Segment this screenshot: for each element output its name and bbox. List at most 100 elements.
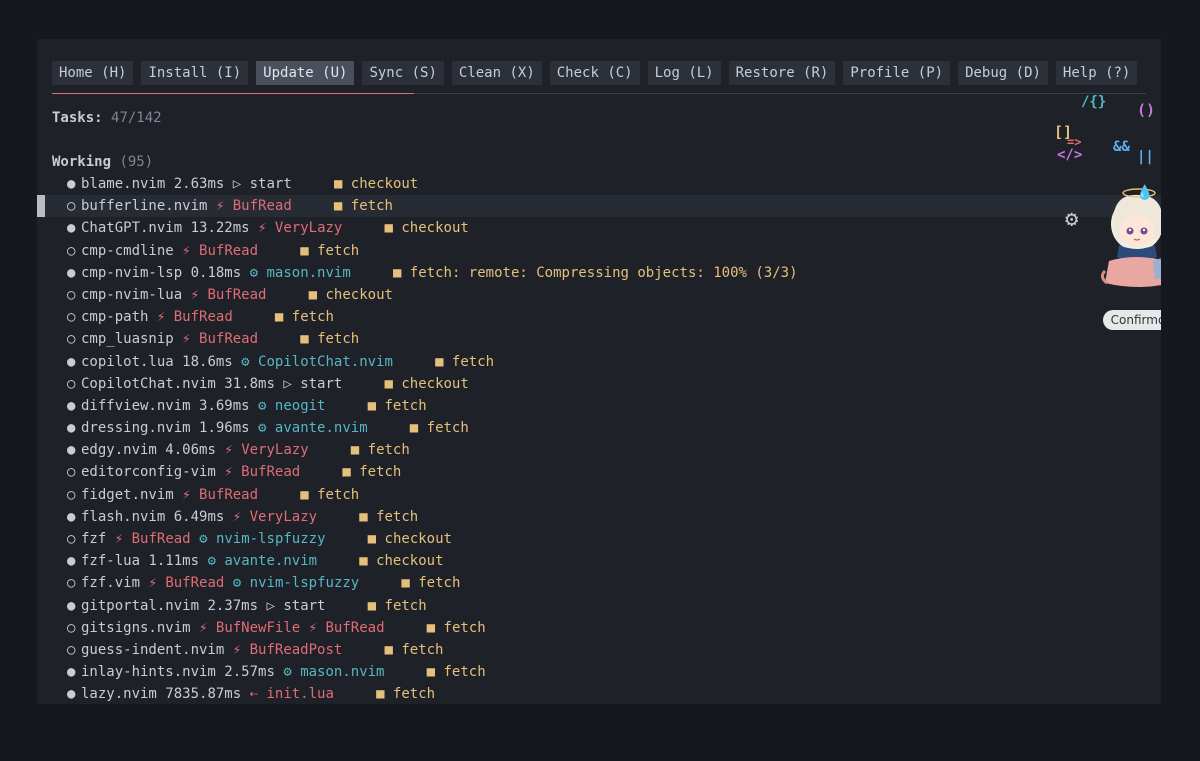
tab-help[interactable]: Help (?): [1055, 61, 1138, 85]
plugin-row-content: ● gitportal.nvim 2.37ms ▷ start ■ fetch: [67, 595, 427, 617]
tab-home[interactable]: Home (H): [52, 61, 134, 85]
plugin-row[interactable]: ○ CopilotChat.nvim 31.8ms ▷ start ■ check…: [37, 373, 1161, 395]
plugin-name: edgy.nvim: [81, 442, 157, 459]
tasks-count: 47/142: [111, 110, 162, 126]
tab-debug[interactable]: Debug (D): [958, 61, 1048, 85]
tasks-line: Tasks: 47/142: [52, 107, 162, 129]
plugin-row-content: ○ cmp-cmdline ⚡︎ BufRead ■ fetch: [67, 240, 359, 262]
task-status: fetch: [443, 619, 486, 636]
load-time: 18.6ms: [182, 353, 233, 370]
deco-braces: /{}: [1081, 94, 1107, 110]
plugin-row[interactable]: ● flash.nvim 6.49ms ⚡︎ VeryLazy ■ fetch: [37, 506, 1161, 528]
trigger-label: BufRead: [199, 486, 259, 503]
tab-restore[interactable]: Restore (R): [728, 61, 836, 85]
plugin-row[interactable]: ● inlay-hints.nvim 2.57ms ⚙︎ mason.nvim ■…: [37, 661, 1161, 683]
plugin-row[interactable]: ● lazy.nvim 7835.87ms ⇠ init.lua ■ fetch: [37, 683, 1161, 704]
load-time: 1.11ms: [148, 553, 200, 570]
plugin-row[interactable]: ● dressing.nvim 1.96ms ⚙︎ avante.nvim ■ f…: [37, 417, 1161, 439]
init-icon: ⇠: [249, 686, 259, 703]
plugin-icon: ⚙︎: [249, 264, 259, 281]
task-bullet-icon: ■: [392, 264, 410, 281]
plugin-row[interactable]: ● ChatGPT.nvim 13.22ms ⚡︎ VeryLazy ■ chec…: [37, 217, 1161, 239]
plugin-row[interactable]: ○ fzf ⚡︎ BufRead ⚙︎ nvim-lspfuzzy ■ check…: [37, 528, 1161, 550]
tab-update[interactable]: Update (U): [256, 61, 355, 85]
plugin-row[interactable]: ● edgy.nvim 4.06ms ⚡︎ VeryLazy ■ fetch: [37, 439, 1161, 461]
trigger-label: BufRead: [241, 464, 301, 481]
plugin-row[interactable]: ● blame.nvim 2.63ms ▷ start ■ checkout: [37, 173, 1161, 195]
plugin-row[interactable]: ○ cmp-path ⚡︎ BufRead ■ fetch: [37, 306, 1161, 328]
task-bullet-icon: ■: [367, 597, 385, 614]
plugin-row-content: ○ guess-indent.nvim ⚡︎ BufReadPost ■ fetc…: [67, 639, 444, 661]
plugin-row[interactable]: ● gitportal.nvim 2.37ms ▷ start ■ fetch: [37, 595, 1161, 617]
plugin-name: fzf.vim: [81, 575, 141, 592]
task-status: fetch: [451, 353, 495, 370]
cursor: [37, 195, 45, 218]
event-icon: ⚡︎: [156, 309, 166, 326]
tab-log[interactable]: Log (L): [647, 61, 721, 85]
plugin-row[interactable]: ○ fidget.nvim ⚡︎ BufRead ■ fetch: [37, 484, 1161, 506]
plugin-name: cmp-nvim-lsp: [81, 264, 183, 281]
play-icon: ▷: [232, 176, 242, 192]
unloaded-dot-icon: ○: [67, 242, 76, 259]
tab-profile[interactable]: Profile (P): [843, 61, 951, 85]
settings-gear-icon[interactable]: ⚙: [1065, 207, 1091, 233]
load-time: 31.8ms: [224, 375, 275, 392]
plugin-row[interactable]: ○ cmp-cmdline ⚡︎ BufRead ■ fetch: [37, 240, 1161, 262]
task-bullet-icon: ■: [367, 397, 385, 414]
plugin-row[interactable]: ○ gitsigns.nvim ⚡︎ BufNewFile ⚡︎ BufRead …: [37, 617, 1161, 639]
task-bullet-icon: ■: [333, 198, 351, 215]
tab-check[interactable]: Check (C): [549, 61, 640, 85]
event-icon: ⚡︎: [232, 641, 242, 658]
plugin-name: cmp_luasnip: [81, 331, 174, 348]
plugin-row-content: ● fzf-lua 1.11ms ⚙︎ avante.nvim ■ checkou…: [67, 550, 444, 572]
plugin-row-content: ○ fzf ⚡︎ BufRead ⚙︎ nvim-lspfuzzy ■ check…: [67, 528, 452, 550]
active-tab-underline: [52, 93, 414, 94]
plugin-icon: ⚙︎: [232, 575, 242, 592]
trigger-label: nvim-lspfuzzy: [215, 531, 326, 547]
section-header: Working (95): [52, 151, 153, 173]
load-time: 0.18ms: [190, 264, 242, 281]
trigger-label: avante.nvim: [224, 553, 318, 570]
plugin-name: dressing.nvim: [81, 420, 191, 437]
tab-sync[interactable]: Sync (S): [362, 61, 444, 85]
load-time: 1.96ms: [199, 420, 250, 437]
plugin-row[interactable]: ○ fzf.vim ⚡︎ BufRead ⚙︎ nvim-lspfuzzy ■ f…: [37, 572, 1161, 594]
plugin-row[interactable]: ○ editorconfig-vim ⚡︎ BufRead ■ fetch: [37, 461, 1161, 483]
plugin-row-content: ● flash.nvim 6.49ms ⚡︎ VeryLazy ■ fetch: [67, 506, 418, 528]
plugin-row[interactable]: ● diffview.nvim 3.69ms ⚙︎ neogit ■ fetch: [37, 395, 1161, 417]
plugin-row[interactable]: ○ cmp-nvim-lua ⚡︎ BufRead ■ checkout: [37, 284, 1161, 306]
plugin-row[interactable]: ○ cmp_luasnip ⚡︎ BufRead ■ fetch: [37, 328, 1161, 350]
tab-install[interactable]: Install (I): [141, 61, 249, 85]
loaded-dot-icon: ●: [67, 220, 76, 237]
trigger-label: start: [283, 597, 326, 614]
trigger-label: BufRead: [165, 575, 225, 592]
loaded-dot-icon: ●: [67, 597, 76, 614]
loaded-dot-icon: ●: [67, 508, 76, 525]
task-bullet-icon: ■: [300, 486, 318, 503]
tab-clean[interactable]: Clean (X): [451, 61, 542, 85]
plugin-row[interactable]: ○ bufferline.nvim ⚡︎ BufRead ■ fetch: [37, 195, 1161, 218]
plugin-row-content: ● dressing.nvim 1.96ms ⚙︎ avante.nvim ■ f…: [67, 417, 469, 439]
plugin-row[interactable]: ● cmp-nvim-lsp 0.18ms ⚙︎ mason.nvim ■ fet…: [37, 262, 1161, 284]
trigger-label: BufRead: [207, 286, 267, 303]
task-status: fetch: [418, 575, 461, 592]
plugin-name: cmp-cmdline: [81, 242, 174, 259]
plugin-row-content: ○ cmp-path ⚡︎ BufRead ■ fetch: [67, 306, 334, 328]
trigger-label: CopilotChat.nvim: [258, 353, 393, 370]
plugin-row[interactable]: ● fzf-lua 1.11ms ⚙︎ avante.nvim ■ checkou…: [37, 550, 1161, 572]
plugin-row-content: ● inlay-hints.nvim 2.57ms ⚙︎ mason.nvim ■…: [67, 661, 486, 683]
loaded-dot-icon: ●: [67, 176, 76, 192]
task-bullet-icon: ■: [367, 531, 385, 547]
plugin-name: CopilotChat.nvim: [81, 375, 216, 392]
plugin-row-content: ○ cmp_luasnip ⚡︎ BufRead ■ fetch: [67, 328, 359, 350]
plugin-row[interactable]: ● copilot.lua 18.6ms ⚙︎ CopilotChat.nvim …: [37, 351, 1161, 373]
plugin-row[interactable]: ○ guess-indent.nvim ⚡︎ BufReadPost ■ fetc…: [37, 639, 1161, 661]
confirm-button[interactable]: Confirmo: [1103, 310, 1161, 330]
unloaded-dot-icon: ○: [67, 331, 76, 348]
plugin-name: guess-indent.nvim: [81, 641, 225, 658]
task-status: checkout: [376, 553, 444, 570]
unloaded-dot-icon: ○: [67, 641, 76, 658]
plugin-row-content: ○ fidget.nvim ⚡︎ BufRead ■ fetch: [67, 484, 359, 506]
tab-bar: Home (H) Install (I) Update (U) Sync (S) Cle…: [52, 61, 1138, 85]
plugin-name: gitsigns.nvim: [81, 619, 191, 636]
